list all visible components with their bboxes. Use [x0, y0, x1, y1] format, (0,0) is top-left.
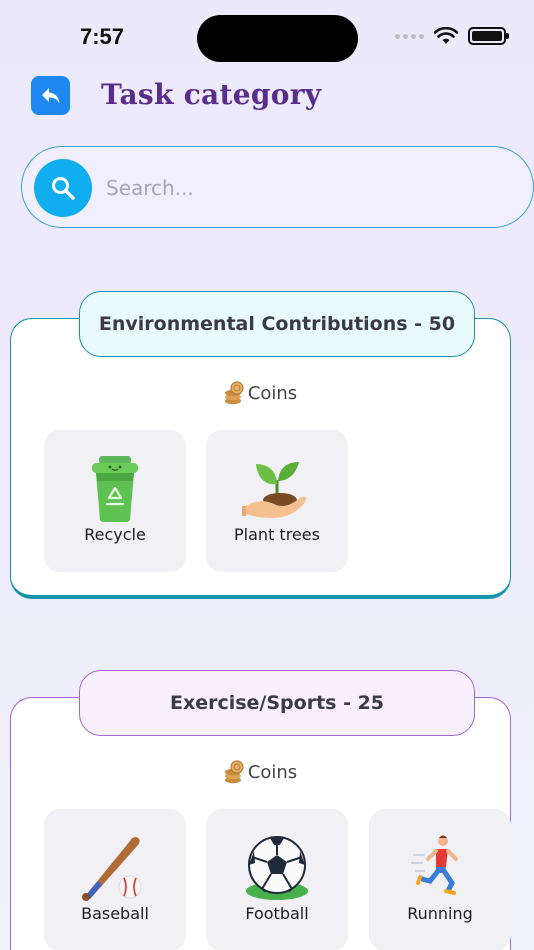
- task-tile-recycle[interactable]: Recycle: [44, 430, 186, 572]
- category-header-sports: Exercise/Sports - 25: [79, 670, 475, 736]
- coins-icon: [224, 381, 244, 405]
- task-tile-football[interactable]: Football: [206, 809, 348, 950]
- dynamic-island: [197, 15, 358, 62]
- soccer-ball-icon: [237, 829, 317, 907]
- plant-in-hand-icon: [237, 450, 317, 528]
- coins-row: Coins: [11, 760, 510, 784]
- task-label: Plant trees: [234, 525, 320, 544]
- task-label: Recycle: [84, 525, 146, 544]
- search-bar[interactable]: [21, 146, 534, 228]
- task-label: Football: [245, 904, 309, 923]
- task-tile-plant-trees[interactable]: Plant trees: [206, 430, 348, 572]
- search-button[interactable]: [34, 159, 92, 217]
- task-tile-running[interactable]: Running: [369, 809, 511, 950]
- category-header-environmental: Environmental Contributions - 50: [79, 291, 475, 357]
- reply-arrow-icon: [41, 87, 59, 103]
- wifi-icon: [434, 27, 458, 44]
- page-title: Task category: [101, 78, 322, 111]
- battery-icon: [468, 27, 509, 45]
- task-label: Baseball: [81, 904, 149, 923]
- back-button[interactable]: [31, 76, 70, 115]
- coins-label: Coins: [247, 761, 298, 783]
- coins-icon: [224, 760, 244, 784]
- runner-icon: [400, 829, 480, 907]
- status-time: 7:57: [80, 24, 125, 49]
- task-label: Running: [407, 904, 473, 923]
- coins-label: Coins: [247, 382, 298, 404]
- signal-icon: [395, 33, 424, 39]
- category-card-environmental: Coins Recycle Plant trees: [10, 318, 511, 599]
- status-icons: [395, 27, 509, 45]
- recycle-bin-icon: [75, 450, 155, 528]
- task-tile-baseball[interactable]: Baseball: [44, 809, 186, 950]
- coins-row: Coins: [11, 381, 510, 405]
- baseball-icon: [75, 829, 155, 907]
- search-input[interactable]: [106, 171, 506, 205]
- search-icon: [52, 177, 75, 200]
